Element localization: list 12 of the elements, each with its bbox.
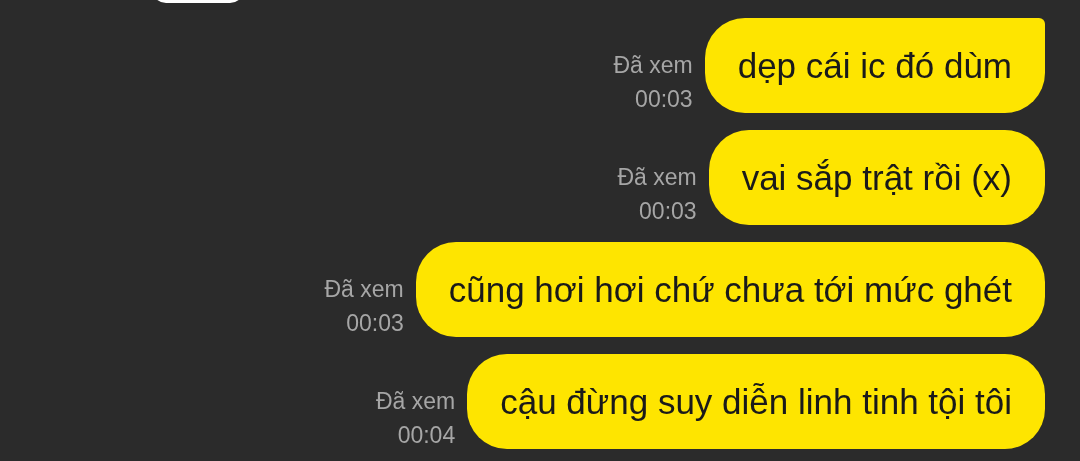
read-status: Đã xem bbox=[375, 389, 456, 413]
message-time: 00:03 bbox=[346, 311, 404, 335]
read-status: Đã xem bbox=[617, 165, 697, 189]
message-time: 00:04 bbox=[397, 423, 456, 447]
message-time: 00:03 bbox=[639, 199, 697, 223]
message-bubble: dẹp cái ic đó dùm bbox=[704, 18, 1045, 113]
message-time: 00:03 bbox=[635, 87, 693, 111]
message-bubble: cũng hơi hơi chứ chưa tới mức ghét bbox=[415, 242, 1045, 337]
read-status: Đã xem bbox=[613, 53, 693, 77]
read-status: Đã xem bbox=[324, 277, 404, 301]
message-bubble: cậu đừng suy diễn linh tinh tội tôi bbox=[467, 354, 1045, 449]
message-bubble: vai sắp trật rồi (x) bbox=[708, 130, 1045, 225]
